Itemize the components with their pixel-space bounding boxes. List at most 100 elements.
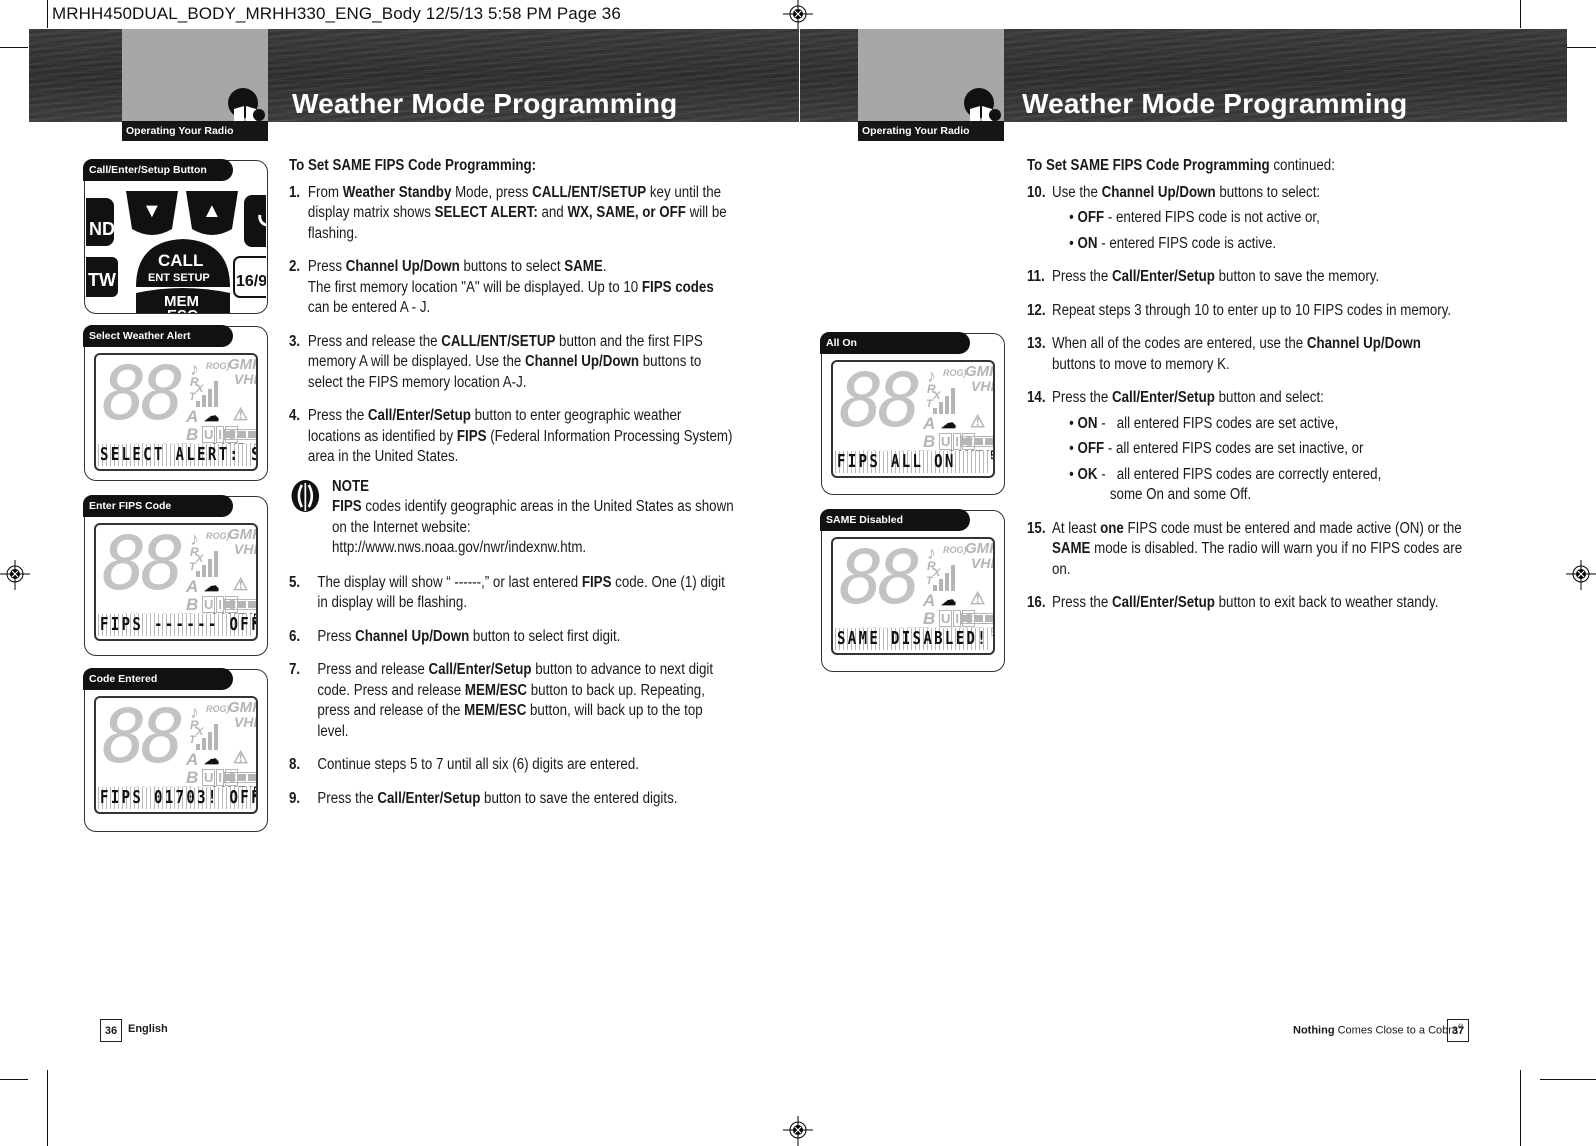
heading-rest: continued: bbox=[1269, 157, 1335, 174]
printer-slug: MRHH450DUAL_BODY_MRHH330_ENG_Body 12/5/1… bbox=[52, 4, 621, 23]
battery-icon bbox=[961, 613, 993, 624]
registration-mark-icon bbox=[1566, 560, 1596, 590]
tw-key-label: TW bbox=[88, 270, 116, 290]
crop-mark bbox=[1520, 0, 1521, 28]
signal-strength-icon bbox=[933, 561, 955, 591]
alert-bell-icon: 🔔︎ bbox=[256, 387, 258, 405]
scan-icon: ↻ bbox=[993, 412, 995, 432]
left-page-content: To Set SAME FIPS Code Programming: 1. Fro… bbox=[289, 156, 736, 822]
figure-label: All On bbox=[820, 332, 970, 354]
scan-icon: ↻ bbox=[256, 748, 258, 768]
figure-label: Code Entered bbox=[83, 668, 233, 690]
step-item: 6. Press Channel Up/Down button to select… bbox=[289, 627, 736, 648]
step-text: Use the Channel Up/Down buttons to selec… bbox=[1051, 183, 1321, 201]
weather-cloud-icon: ☁ bbox=[941, 415, 956, 432]
battery-icon bbox=[224, 429, 256, 440]
channel-down-key-icon: ▼ bbox=[142, 200, 162, 222]
lcd-display: 88♪ROG)GMRSVHF🔒︎RXT🔔︎A☁⚠↻BUICVOXLOMEDHIS… bbox=[94, 353, 258, 471]
step-text: Continue steps 5 to 7 until all six (6) … bbox=[317, 756, 639, 773]
step-text: Press and release the CALL/ENT/SETUP but… bbox=[307, 332, 703, 391]
step-number: 8. bbox=[289, 756, 301, 773]
weather-cloud-icon: ☁ bbox=[204, 578, 219, 595]
ent-setup-key-label: ENT SETUP bbox=[148, 272, 210, 284]
note-block: NOTE FIPS codes identify geographic area… bbox=[289, 477, 736, 559]
lcd-display: 88♪ROG)GMRSVHF🔒︎RXT🔔︎A☁⚠↻BUICVOXLOMEDHIS… bbox=[94, 523, 258, 641]
scan-icon: ↻ bbox=[256, 575, 258, 595]
bullet-item: • ON - all entered FIPS codes are set ac… bbox=[1069, 414, 1339, 432]
crop-mark bbox=[47, 1070, 48, 1146]
step-item: 3. Press and release the CALL/ENT/SETUP b… bbox=[289, 332, 736, 394]
step-item: 14. Press the Call/Enter/Setup button and… bbox=[1027, 388, 1467, 506]
section-tab-left: Operating Your Radio bbox=[122, 29, 268, 141]
vhf-indicator: VHF bbox=[234, 371, 256, 387]
scan-icon: ↻ bbox=[256, 405, 258, 425]
step-number: 15. bbox=[1027, 519, 1046, 537]
vhf-indicator: VHF bbox=[234, 541, 256, 557]
scan-icon: ↻ bbox=[993, 589, 995, 609]
figure-code-entered: Code Entered 88♪ROG)GMRSVHF🔒︎RXT🔔︎A☁⚠↻BU… bbox=[83, 668, 268, 832]
esc-key-label: ESC bbox=[167, 307, 198, 313]
step-text: At least one FIPS code must be entered a… bbox=[1051, 519, 1463, 578]
warning-icon: ⚠ bbox=[233, 405, 249, 424]
weather-cloud-icon: ☁ bbox=[204, 751, 219, 768]
vhf-indicator: VHF bbox=[234, 714, 256, 730]
a-indicator: A bbox=[186, 407, 199, 426]
figure-select-weather-alert: Select Weather Alert 88♪ROG)GMRSVHF🔒︎RXT… bbox=[83, 325, 268, 481]
rog-indicator: ROG) bbox=[206, 361, 230, 371]
tagline-rest: Comes Close to a Cobra bbox=[1334, 1024, 1459, 1037]
rog-indicator: ROG) bbox=[943, 368, 967, 378]
signal-strength-icon bbox=[196, 720, 218, 750]
note-body: FIPS codes identify geographic areas in … bbox=[332, 498, 734, 556]
call-key-label: CALL bbox=[158, 251, 203, 270]
lcd-channel-digits: 88 bbox=[102, 353, 185, 437]
crop-mark bbox=[1540, 1079, 1596, 1080]
step-number: 11. bbox=[1027, 268, 1045, 285]
figure-keypad: ND ▼ ▲ CALL ENT SETUP TW 16/9 MEM ESC Ca… bbox=[83, 159, 268, 314]
step-item: 2. Press Channel Up/Down buttons to selec… bbox=[289, 257, 736, 319]
page-title-right: Weather Mode Programming bbox=[1022, 88, 1408, 119]
lcd-display: 88♪ROG)GMRSVHF🔒︎RXT🔔︎A☁⚠↻BUICVOXLOMEDHIS… bbox=[831, 360, 995, 478]
section-tab-label: Operating Your Radio bbox=[122, 121, 268, 141]
lcd-display: 88♪ROG)GMRSVHF🔒︎RXT🔔︎A☁⚠↻BUICVOXLOMEDHIS… bbox=[831, 537, 995, 655]
registration-mark-icon bbox=[0, 560, 30, 590]
step-item: 13. When all of the codes are entered, us… bbox=[1027, 334, 1467, 375]
step-number: 16. bbox=[1027, 594, 1046, 611]
signal-strength-icon bbox=[933, 384, 955, 414]
right-page-content: To Set SAME FIPS Code Programming contin… bbox=[1027, 156, 1467, 627]
crop-mark bbox=[0, 47, 28, 48]
signal-strength-icon bbox=[196, 377, 218, 407]
step-text: Press the Call/Enter/Setup button and se… bbox=[1051, 389, 1324, 406]
step-number: 13. bbox=[1027, 335, 1046, 352]
step-item: 15. At least one FIPS code must be entere… bbox=[1027, 519, 1467, 581]
step-number: 10. bbox=[1027, 183, 1046, 201]
figure-label: SAME Disabled bbox=[820, 509, 970, 531]
battery-icon bbox=[224, 772, 256, 783]
step-item: 9. Press the Call/Enter/Setup button to s… bbox=[289, 789, 736, 810]
lcd-channel-digits: 88 bbox=[102, 523, 185, 607]
step-item: 11. Press the Call/Enter/Setup button to … bbox=[1027, 267, 1467, 288]
crop-mark bbox=[0, 1079, 28, 1080]
figure-enter-fips-code: Enter FIPS Code 88♪ROG)GMRSVHF🔒︎RXT🔔︎A☁⚠… bbox=[83, 495, 268, 656]
note-title: NOTE bbox=[332, 477, 370, 495]
figure-label: Select Weather Alert bbox=[83, 325, 233, 347]
lcd-channel-digits: 88 bbox=[839, 537, 922, 621]
bullet-item: • ON - entered FIPS code is active. bbox=[1069, 234, 1277, 252]
dot-matrix-text: FIPS 01703! OFF A bbox=[100, 787, 256, 808]
step-number: 9. bbox=[289, 789, 301, 807]
step-item: 1. From Weather Standby Mode, press CALL/… bbox=[289, 183, 736, 245]
signal-strength-icon bbox=[196, 547, 218, 577]
crop-mark bbox=[47, 0, 48, 28]
alert-bell-icon: 🔔︎ bbox=[993, 571, 995, 589]
step-item: 10. Use the Channel Up/Down buttons to se… bbox=[1027, 183, 1467, 255]
page-number-left: 36 bbox=[100, 1019, 122, 1042]
figure-label: Call/Enter/Setup Button bbox=[83, 159, 233, 181]
figure-label: Enter FIPS Code bbox=[83, 495, 233, 517]
a-indicator: A bbox=[186, 750, 199, 769]
step-text: When all of the codes are entered, use t… bbox=[1051, 335, 1421, 373]
step-number: 2. bbox=[289, 258, 301, 275]
figure-all-on: All On 88♪ROG)GMRSVHF🔒︎RXT🔔︎A☁⚠↻BUICVOXL… bbox=[820, 332, 1005, 495]
key-nd-label: ND bbox=[89, 219, 115, 239]
step-text: Press the Call/Enter/Setup button to exi… bbox=[1051, 594, 1439, 611]
page-number-right: 37 bbox=[1447, 1019, 1469, 1042]
battery-icon bbox=[961, 436, 993, 447]
